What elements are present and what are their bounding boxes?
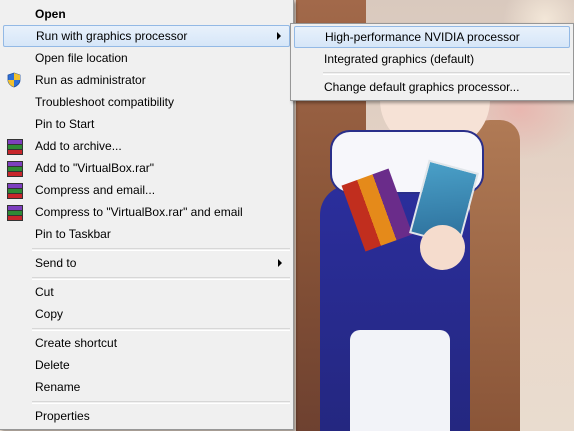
menu-separator	[323, 72, 570, 75]
menu-item-copy[interactable]: Copy	[3, 303, 290, 325]
winrar-icon	[6, 182, 23, 199]
menu-item-pin-to-start[interactable]: Pin to Start	[3, 113, 290, 135]
submenu-item-integrated-graphics[interactable]: Integrated graphics (default)	[294, 48, 570, 70]
menu-separator	[32, 401, 290, 404]
uac-shield-icon	[6, 72, 22, 88]
menu-item-label: Open file location	[35, 51, 128, 65]
graphics-processor-submenu: High-performance NVIDIA processor Integr…	[290, 23, 574, 101]
menu-item-troubleshoot-compatibility[interactable]: Troubleshoot compatibility	[3, 91, 290, 113]
menu-item-compress-and-email[interactable]: Compress and email...	[3, 179, 290, 201]
menu-item-label: Pin to Taskbar	[35, 227, 111, 241]
menu-item-label: Pin to Start	[35, 117, 95, 131]
winrar-icon	[6, 204, 23, 221]
winrar-icon	[6, 160, 23, 177]
menu-item-cut[interactable]: Cut	[3, 281, 290, 303]
menu-item-pin-to-taskbar[interactable]: Pin to Taskbar	[3, 223, 290, 245]
menu-item-label: Troubleshoot compatibility	[35, 95, 174, 109]
wallpaper-hand	[420, 225, 465, 270]
submenu-arrow-icon	[277, 32, 281, 40]
menu-item-label: Add to archive...	[35, 139, 122, 153]
submenu-item-change-default-graphics-processor[interactable]: Change default graphics processor...	[294, 76, 570, 98]
menu-item-run-as-administrator[interactable]: Run as administrator	[3, 69, 290, 91]
menu-item-label: Properties	[35, 409, 90, 423]
menu-item-compress-to-virtualbox-rar-and-email[interactable]: Compress to "VirtualBox.rar" and email	[3, 201, 290, 223]
menu-item-label: Copy	[35, 307, 64, 321]
menu-item-label: Run as administrator	[35, 73, 146, 87]
menu-item-label: Send to	[35, 256, 77, 270]
menu-item-create-shortcut[interactable]: Create shortcut	[3, 332, 290, 354]
menu-separator	[32, 248, 290, 251]
menu-item-label: Delete	[35, 358, 70, 372]
submenu-item-label: Integrated graphics (default)	[324, 52, 475, 66]
menu-item-label: Add to "VirtualBox.rar"	[35, 161, 155, 175]
submenu-item-label: Change default graphics processor...	[324, 80, 520, 94]
menu-item-label: Create shortcut	[35, 336, 118, 350]
menu-item-label: Compress and email...	[35, 183, 156, 197]
menu-item-add-to-archive[interactable]: Add to archive...	[3, 135, 290, 157]
menu-item-rename[interactable]: Rename	[3, 376, 290, 398]
menu-item-label: Rename	[35, 380, 81, 394]
menu-item-properties[interactable]: Properties	[3, 405, 290, 427]
submenu-arrow-icon	[278, 259, 282, 267]
menu-item-open-file-location[interactable]: Open file location	[3, 47, 290, 69]
wallpaper-skirt	[350, 330, 450, 431]
menu-item-label: Open	[35, 7, 66, 21]
menu-item-send-to[interactable]: Send to	[3, 252, 290, 274]
menu-item-label: Run with graphics processor	[36, 29, 188, 43]
menu-item-label: Cut	[35, 285, 54, 299]
menu-item-open[interactable]: Open	[3, 3, 290, 25]
menu-item-add-to-virtualbox-rar[interactable]: Add to "VirtualBox.rar"	[3, 157, 290, 179]
submenu-item-high-performance-nvidia[interactable]: High-performance NVIDIA processor	[294, 26, 570, 48]
menu-item-label: Compress to "VirtualBox.rar" and email	[35, 205, 243, 219]
menu-item-run-with-graphics-processor[interactable]: Run with graphics processor	[3, 25, 290, 47]
menu-item-delete[interactable]: Delete	[3, 354, 290, 376]
context-menu: Open Run with graphics processor Open fi…	[0, 0, 294, 430]
menu-separator	[32, 328, 290, 331]
menu-separator	[32, 277, 290, 280]
submenu-item-label: High-performance NVIDIA processor	[325, 30, 520, 44]
winrar-icon	[6, 138, 23, 155]
